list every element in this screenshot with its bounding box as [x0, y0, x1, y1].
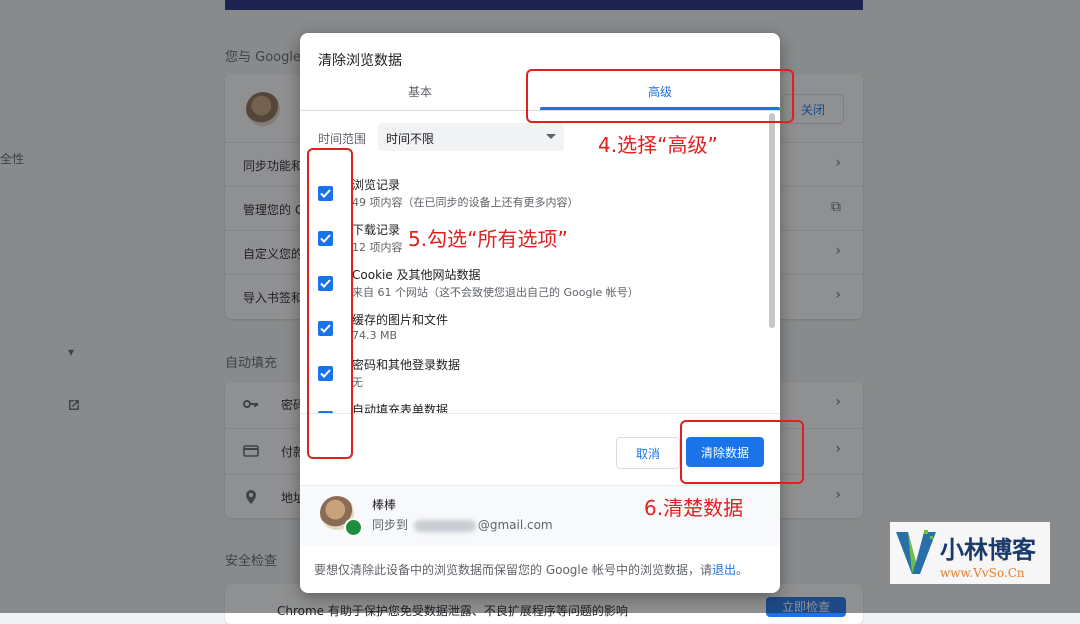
divider — [300, 413, 780, 414]
highlight-box-clear-button — [680, 420, 804, 484]
watermark: 小林博客 www.VvSo.Cn — [890, 522, 1050, 584]
option-autofill-form-data[interactable]: 自动填充表单数据 — [300, 399, 760, 413]
option-passwords[interactable]: 密码和其他登录数据 无 — [300, 354, 760, 399]
option-cookies[interactable]: Cookie 及其他网站数据 来自 61 个网站（这不会致使您退出自己的 Goo… — [300, 264, 760, 309]
blurred-email — [413, 519, 476, 532]
option-detail: 无 — [352, 376, 363, 389]
option-title: Cookie 及其他网站数据 — [352, 268, 481, 282]
time-range-select[interactable]: 时间不限 — [378, 123, 564, 151]
option-detail: 来自 61 个网站（这不会致使您退出自己的 Google 帐号） — [352, 286, 639, 299]
cancel-button[interactable]: 取消 — [616, 437, 680, 469]
highlight-box-advanced-tab — [526, 69, 794, 123]
account-name: 棒棒 — [372, 498, 397, 512]
option-title: 缓存的图片和文件 — [352, 313, 449, 327]
annotation-step-6: 6.清楚数据 — [644, 496, 744, 520]
account-sync-line: 同步到 @gmail.com — [372, 516, 553, 533]
option-title: 密码和其他登录数据 — [352, 358, 461, 372]
footer-end: 。 — [735, 563, 748, 577]
option-detail: 12 项内容 — [352, 241, 403, 254]
option-cached-images[interactable]: 缓存的图片和文件 74.3 MB — [300, 309, 760, 354]
time-range-value: 时间不限 — [386, 132, 435, 146]
footer-note: 要想仅清除此设备中的浏览数据而保留您的 Google 帐号中的浏览数据，请退出。 — [314, 561, 748, 578]
option-title: 自动填充表单数据 — [352, 403, 449, 413]
annotation-step-4: 4.选择“高级” — [598, 133, 718, 157]
dialog-title: 清除浏览数据 — [318, 53, 402, 69]
sync-prefix: 同步到 — [372, 518, 409, 532]
sync-icon — [344, 518, 363, 537]
scrollbar-track[interactable] — [769, 113, 775, 328]
highlight-box-checkboxes — [307, 148, 353, 459]
option-detail: 74.3 MB — [352, 329, 398, 342]
sign-out-link[interactable]: 退出 — [712, 563, 736, 577]
option-title: 下载记录 — [352, 223, 401, 237]
option-browsing-history[interactable]: 浏览记录 49 项内容（在已同步的设备上还有更多内容） — [300, 174, 760, 219]
dropdown-arrow-icon — [546, 134, 556, 139]
time-range-label: 时间范围 — [318, 132, 367, 146]
option-title: 浏览记录 — [352, 178, 401, 192]
watermark-title: 小林博客 — [940, 536, 1036, 564]
watermark-logo-icon — [896, 530, 936, 574]
footer-text: 要想仅清除此设备中的浏览数据而保留您的 Google 帐号中的浏览数据，请 — [314, 563, 712, 577]
email-suffix: @gmail.com — [477, 518, 553, 532]
option-detail: 49 项内容（在已同步的设备上还有更多内容） — [352, 196, 579, 209]
scrollbar-thumb[interactable] — [769, 113, 775, 328]
tab-basic[interactable]: 基本 — [300, 83, 540, 111]
watermark-url: www.VvSo.Cn — [940, 566, 1025, 580]
annotation-step-5: 5.勾选“所有选项” — [408, 227, 568, 251]
